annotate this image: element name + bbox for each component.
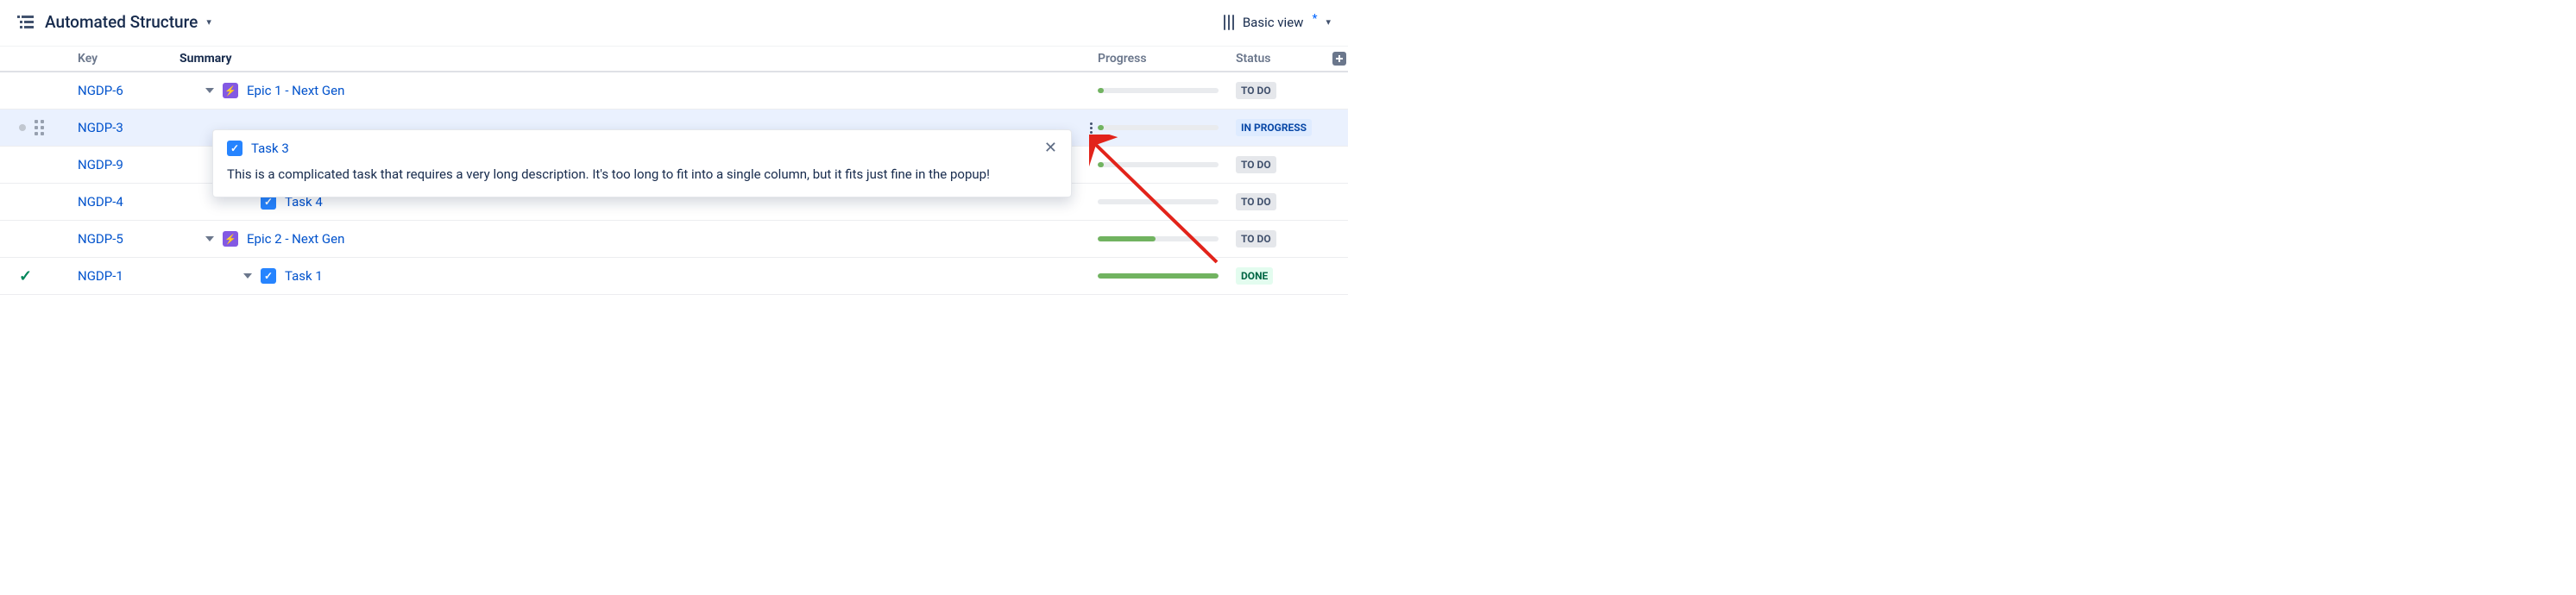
issue-key-link[interactable]: NGDP-6: [78, 83, 123, 98]
summary-cell: Epic 2 - Next Gen: [180, 231, 1098, 247]
epic-icon: [223, 83, 238, 98]
status-cell[interactable]: DONE: [1236, 267, 1348, 285]
issue-key: NGDP-4: [78, 194, 180, 210]
status-badge: DONE: [1236, 267, 1273, 285]
expand-caret-icon[interactable]: [243, 273, 252, 279]
status-badge: IN PROGRESS: [1236, 119, 1312, 136]
col-header-key[interactable]: Key: [78, 52, 180, 66]
expand-caret-icon[interactable]: [205, 88, 214, 93]
view-label: Basic view: [1243, 15, 1304, 30]
status-cell[interactable]: TO DO: [1236, 82, 1348, 99]
popup-description: This is a complicated task that requires…: [227, 165, 1057, 185]
status-badge: TO DO: [1236, 230, 1276, 247]
col-header-progress[interactable]: Progress: [1098, 52, 1236, 66]
progress-cell: [1098, 199, 1236, 204]
row-gutter: ✓: [0, 267, 78, 285]
summary-cell: Epic 1 - Next Gen: [180, 83, 1098, 98]
expand-caret-icon[interactable]: [205, 236, 214, 241]
summary-cell: Task 1: [180, 268, 1098, 284]
progress-cell: [1098, 273, 1236, 279]
add-column-button[interactable]: [1332, 52, 1346, 66]
row-marker-icon: [19, 124, 26, 131]
status-badge: TO DO: [1236, 156, 1276, 173]
progress-cell: [1098, 162, 1236, 167]
issue-key: NGDP-6: [78, 83, 180, 98]
task-icon: [227, 141, 242, 156]
view-selector[interactable]: Basic view * ▾: [1224, 15, 1331, 30]
status-cell[interactable]: TO DO: [1236, 230, 1348, 247]
table-row[interactable]: NGDP-6 Epic 1 - Next Gen TO DO: [0, 72, 1348, 110]
table-header: Key Summary Progress Status: [0, 46, 1348, 72]
status-cell[interactable]: TO DO: [1236, 156, 1348, 173]
task-icon: [261, 268, 276, 284]
summary-link[interactable]: Epic 1 - Next Gen: [247, 83, 344, 98]
table-row[interactable]: NGDP-5 Epic 2 - Next Gen TO DO: [0, 221, 1348, 258]
col-header-summary[interactable]: Summary: [180, 52, 1098, 66]
row-gutter: [0, 120, 78, 135]
issue-key: NGDP-3: [78, 120, 180, 135]
issue-key: NGDP-5: [78, 231, 180, 247]
close-icon[interactable]: ✕: [1044, 141, 1057, 156]
status-cell[interactable]: IN PROGRESS: [1236, 119, 1348, 136]
structure-title: Automated Structure: [45, 12, 198, 32]
summary-popup: Task 3 ✕ This is a complicated task that…: [212, 129, 1072, 197]
topbar: Automated Structure ▾ Basic view * ▾: [0, 0, 1348, 46]
issue-key-link[interactable]: NGDP-5: [78, 231, 123, 247]
status-badge: TO DO: [1236, 193, 1276, 210]
progress-cell: [1098, 88, 1236, 93]
status-badge: TO DO: [1236, 82, 1276, 99]
status-cell[interactable]: TO DO: [1236, 193, 1348, 210]
popup-summary-link[interactable]: Task 3: [251, 141, 289, 156]
col-header-status[interactable]: Status: [1236, 52, 1348, 66]
structure-icon: [17, 15, 36, 30]
table-row[interactable]: ✓ NGDP-1 Task 1 DONE: [0, 258, 1348, 295]
unsaved-star-icon: *: [1312, 12, 1317, 26]
row-actions-icon[interactable]: [1090, 122, 1098, 134]
summary-link[interactable]: Task 1: [285, 268, 323, 284]
progress-cell: [1098, 236, 1236, 241]
epic-icon: [223, 231, 238, 247]
chevron-down-icon: ▾: [206, 16, 211, 28]
summary-link[interactable]: Epic 2 - Next Gen: [247, 231, 344, 247]
app-root: Automated Structure ▾ Basic view * ▾ Key …: [0, 0, 1348, 295]
issue-key-link[interactable]: NGDP-4: [78, 194, 123, 210]
drag-handle-icon[interactable]: [35, 120, 44, 135]
structure-selector[interactable]: Automated Structure ▾: [17, 12, 211, 32]
issue-key-link[interactable]: NGDP-1: [78, 268, 123, 284]
chevron-down-icon: ▾: [1326, 16, 1331, 28]
progress-cell: [1098, 125, 1236, 130]
issue-key: NGDP-1: [78, 268, 180, 284]
issue-key-link[interactable]: NGDP-9: [78, 157, 123, 172]
issue-key: NGDP-9: [78, 157, 180, 172]
columns-icon: [1224, 15, 1234, 30]
check-icon: ✓: [19, 267, 32, 285]
issue-key-link[interactable]: NGDP-3: [78, 120, 123, 135]
